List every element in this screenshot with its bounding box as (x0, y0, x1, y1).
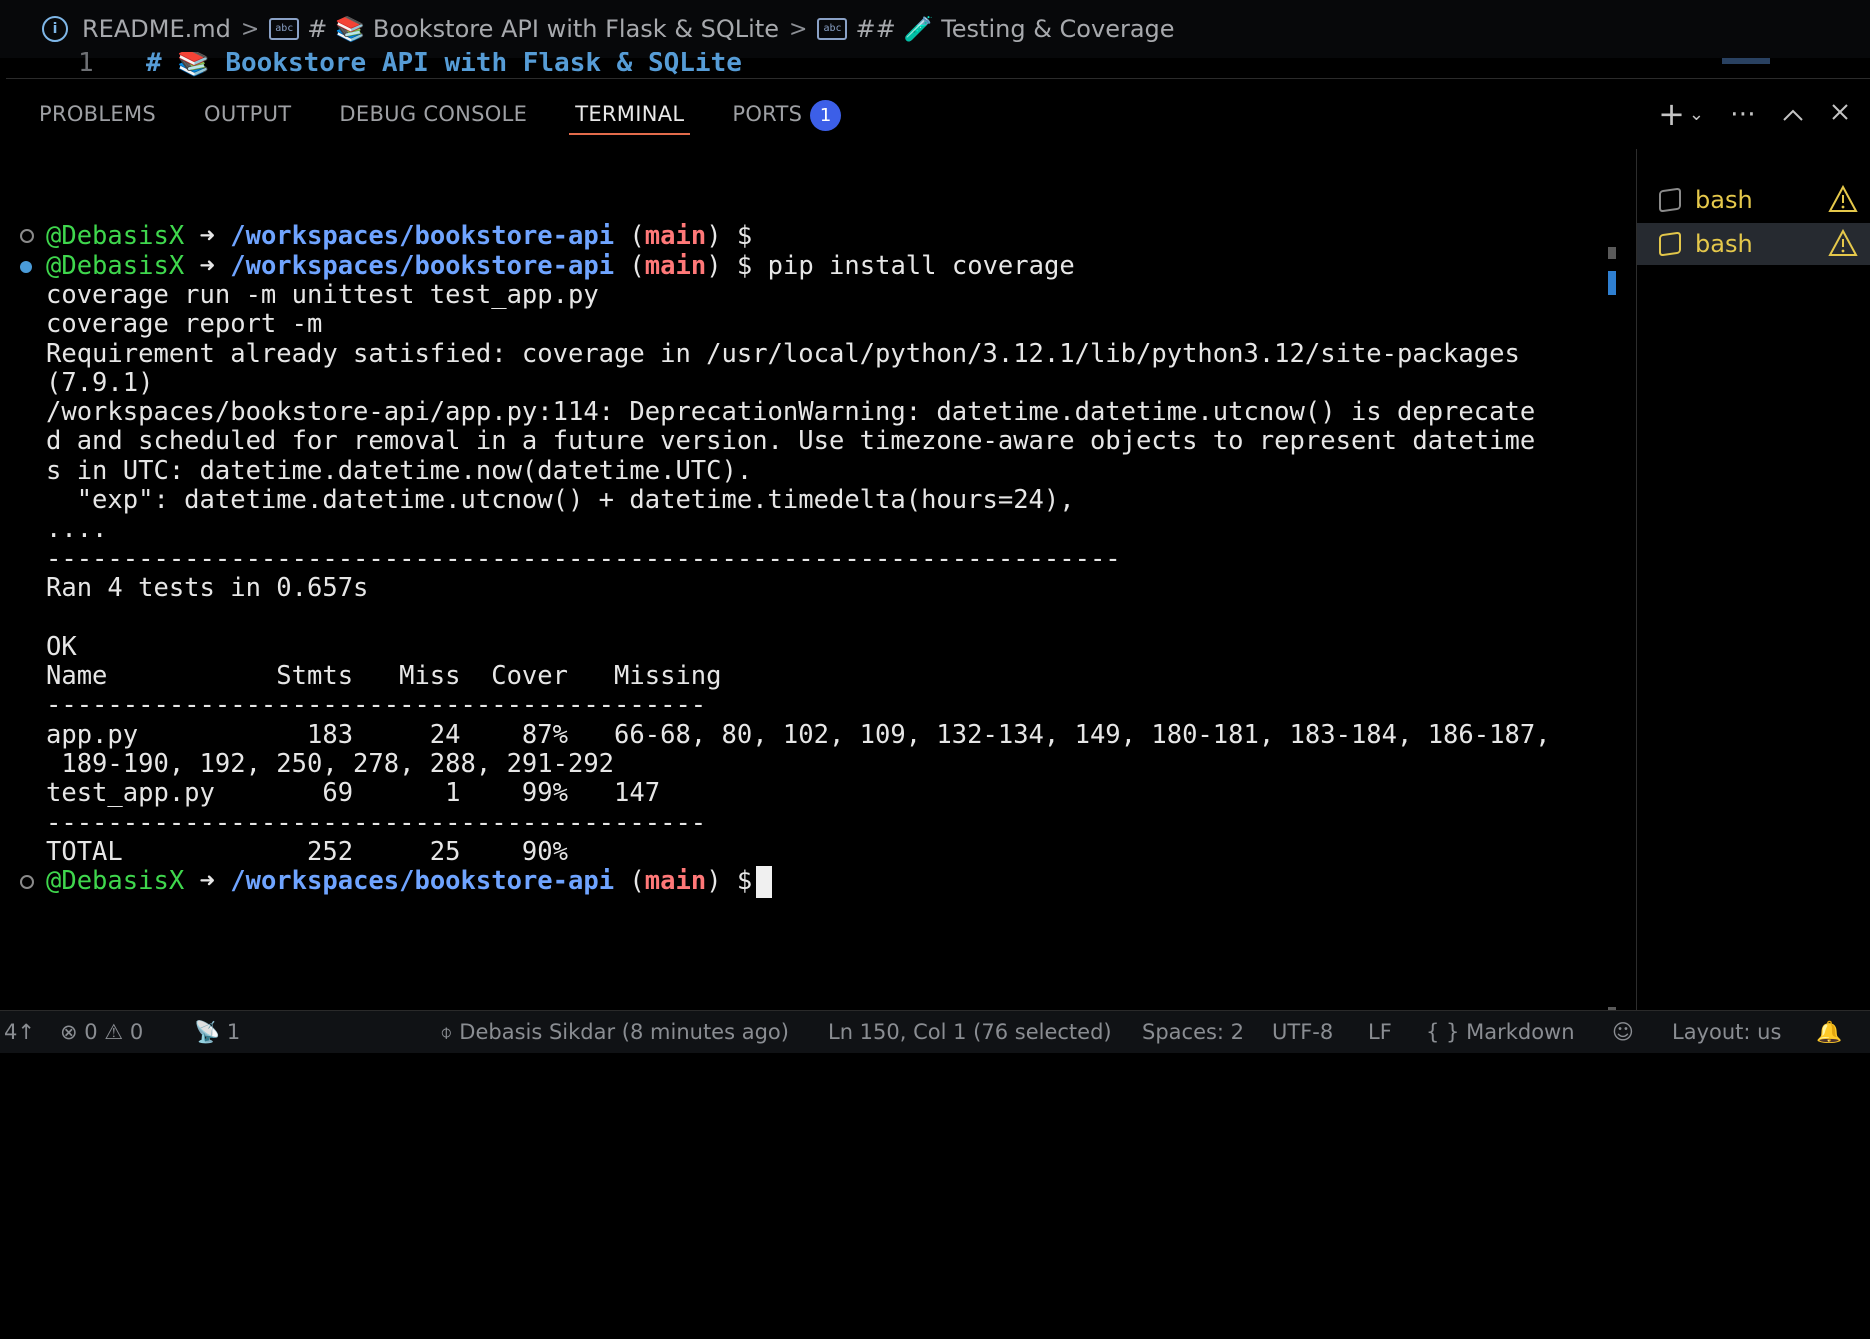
command-decoration-icon[interactable] (20, 229, 34, 243)
line-number: 1 (78, 52, 94, 78)
prompt-user: @DebasisX (46, 251, 185, 281)
status-eol[interactable]: LF (1368, 1011, 1392, 1054)
chevron-right-icon: > (789, 16, 808, 42)
status-git-blame[interactable]: ⌽ Debasis Sikdar (8 minutes ago) (440, 1011, 789, 1054)
terminal-line: "exp": datetime.datetime.utcnow() + date… (46, 485, 1075, 515)
terminal-tab-label: bash (1695, 186, 1753, 214)
prompt-symbol: $ (736, 251, 753, 281)
breadcrumb-section-1[interactable]: 📚 Bookstore API with Flask & SQLite (335, 15, 779, 43)
command-decoration-icon[interactable] (20, 261, 32, 273)
scrollbar-thumb[interactable] (1608, 271, 1616, 295)
prompt-branch: main (644, 866, 707, 896)
copilot-icon[interactable]: ☺ (1612, 1011, 1634, 1054)
prompt-symbol: $ (736, 866, 753, 896)
warning-count: 0 (129, 1020, 144, 1044)
bottom-panel: PROBLEMS OUTPUT DEBUG CONSOLE TERMINAL P… (6, 78, 1870, 1029)
braces-icon: { } (1426, 1020, 1460, 1044)
minimap[interactable] (1722, 58, 1770, 64)
prompt-path: /workspaces/bookstore-api (230, 866, 615, 896)
status-sync[interactable]: 4↑ (4, 1011, 35, 1054)
status-keyboard-layout[interactable]: Layout: us (1672, 1011, 1781, 1054)
prompt-path: /workspaces/bookstore-api (230, 251, 615, 281)
terminal-icon (1659, 187, 1681, 213)
command-decoration-icon[interactable] (20, 875, 34, 889)
chevron-down-icon[interactable]: ⌄ (1689, 104, 1704, 125)
warning-icon[interactable] (1828, 228, 1858, 261)
chevron-right-icon: > (240, 16, 260, 42)
maximize-panel-button[interactable] (1782, 99, 1804, 129)
info-icon: i (42, 16, 68, 42)
ports-count: 1 (226, 1020, 241, 1044)
prompt-arrow: ➜ (199, 221, 215, 251)
editor-line[interactable]: 1 # 📚 Bookstore API with Flask & SQLite (0, 52, 1870, 78)
prompt-branch: main (644, 221, 707, 251)
error-icon: ⊗ (60, 1020, 78, 1044)
panel-tabs: PROBLEMS OUTPUT DEBUG CONSOLE TERMINAL P… (6, 79, 1870, 149)
git-commit-icon: ⌽ (440, 1020, 453, 1044)
tab-debug-console[interactable]: DEBUG CONSOLE (339, 79, 527, 149)
breadcrumb-hash-1: # (307, 15, 328, 43)
breadcrumb: i README.md > abc # 📚 Bookstore API with… (0, 0, 1870, 58)
tab-ports[interactable]: PORTS 1 (732, 79, 842, 149)
terminal-tab-bash-1[interactable]: bash (1637, 179, 1870, 221)
prompt-path: /workspaces/bookstore-api (230, 221, 615, 251)
string-symbol-icon: abc (817, 18, 848, 40)
breadcrumb-section-2[interactable]: 🧪 Testing & Coverage (904, 15, 1175, 43)
close-panel-button[interactable] (1830, 99, 1850, 129)
prompt-arrow: ➜ (199, 251, 215, 281)
status-ports[interactable]: 📡 1 (194, 1011, 240, 1054)
tab-problems[interactable]: PROBLEMS (39, 79, 156, 149)
prompt-user: @DebasisX (46, 221, 185, 251)
status-problems[interactable]: ⊗ 0 ⚠ 0 (60, 1011, 143, 1054)
terminal-cursor (756, 866, 773, 898)
breadcrumb-file[interactable]: README.md (82, 15, 231, 43)
terminal-command: pip install coverage (767, 251, 1075, 281)
new-terminal-button[interactable]: + (1658, 95, 1685, 133)
language-mode: Markdown (1466, 1020, 1575, 1044)
more-actions-button[interactable]: ⋯ (1730, 99, 1756, 129)
terminal-icon (1659, 231, 1681, 257)
terminal-line: Ran 4 tests in 0.657s (46, 573, 369, 603)
terminal-tab-bash-2[interactable]: bash (1637, 223, 1870, 265)
tab-ports-label: PORTS (732, 102, 803, 126)
bell-icon[interactable]: 🔔 (1816, 1011, 1842, 1054)
prompt-symbol: $ (736, 221, 753, 251)
scrollbar-marker (1608, 247, 1616, 259)
terminal-output[interactable]: @DebasisX ➜ /workspaces/bookstore-api (m… (6, 149, 1626, 1009)
string-symbol-icon: abc (269, 18, 300, 40)
terminal-tab-label: bash (1695, 230, 1753, 258)
broadcast-icon: 📡 (194, 1020, 221, 1044)
prompt-branch: main (644, 251, 707, 281)
git-blame-text: Debasis Sikdar (8 minutes ago) (459, 1020, 789, 1044)
terminal-line: Requirement already satisfied: coverage … (46, 339, 1520, 369)
prompt-user: @DebasisX (46, 866, 185, 896)
warning-icon[interactable] (1828, 184, 1858, 217)
status-encoding[interactable]: UTF-8 (1272, 1011, 1333, 1054)
tab-output[interactable]: OUTPUT (204, 79, 291, 149)
ports-count-badge: 1 (810, 99, 842, 131)
terminal-prompt-line: @DebasisX ➜ /workspaces/bookstore-api (m… (46, 864, 773, 899)
status-indentation[interactable]: Spaces: 2 (1142, 1011, 1244, 1054)
status-language[interactable]: { } Markdown (1426, 1011, 1575, 1054)
tab-terminal[interactable]: TERMINAL (569, 79, 691, 149)
terminal-tabs-list: bash bash (1636, 149, 1870, 1011)
error-count: 0 (84, 1020, 98, 1044)
breadcrumb-hash-2: ## (855, 15, 896, 43)
panel-actions: + ⌄ ⋯ (1658, 79, 1850, 149)
warning-icon: ⚠ (104, 1020, 124, 1044)
status-bar: 4↑ ⊗ 0 ⚠ 0 📡 1 ⌽ Debasis Sikdar (8 minut… (0, 1010, 1870, 1053)
editor-line-text: # 📚 Bookstore API with Flask & SQLite (146, 52, 742, 78)
prompt-arrow: ➜ (199, 866, 215, 896)
status-cursor-position[interactable]: Ln 150, Col 1 (76 selected) (828, 1011, 1112, 1054)
